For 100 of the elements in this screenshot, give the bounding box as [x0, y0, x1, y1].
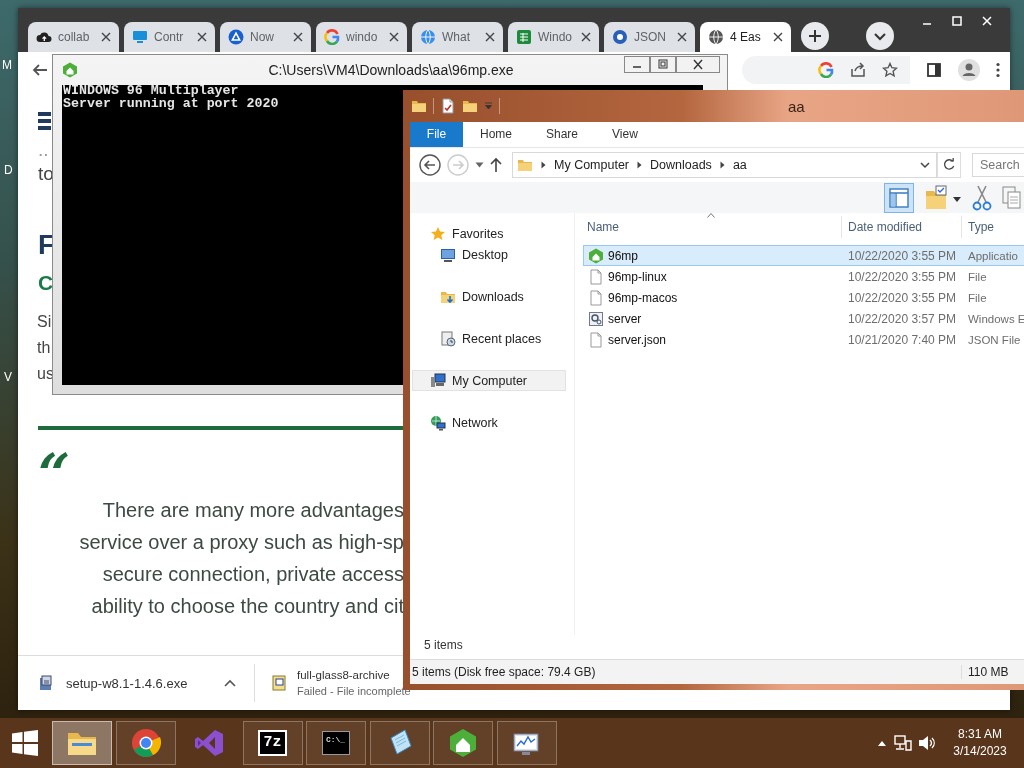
column-header[interactable]: Date modified — [842, 216, 962, 238]
breadcrumb-item[interactable]: Downloads — [650, 158, 712, 172]
browser-tab[interactable]: Windo — [508, 22, 599, 52]
browser-tab[interactable]: collab — [28, 22, 119, 52]
back-arrow-icon[interactable] — [32, 62, 48, 78]
installer-icon — [38, 675, 54, 691]
caret-up-icon[interactable] — [878, 740, 886, 746]
speaker-icon[interactable] — [918, 735, 936, 751]
browser-tab[interactable]: 4 Eas — [700, 22, 791, 52]
spreadsheet-icon — [516, 29, 532, 45]
tab-search-icon[interactable] — [866, 22, 894, 50]
close-icon[interactable] — [677, 32, 687, 42]
taskbar-button[interactable] — [369, 721, 430, 765]
nav-item[interactable]: Network — [412, 412, 566, 433]
close-icon[interactable] — [197, 32, 207, 42]
taskbar-button[interactable] — [115, 721, 176, 765]
chevron-down-icon[interactable] — [920, 161, 930, 169]
browser-tab[interactable]: windo — [316, 22, 407, 52]
browser-tab[interactable]: JSON — [604, 22, 695, 52]
ribbon-tab[interactable]: View — [595, 122, 655, 147]
quote-line: There are many more advantages — [101, 498, 404, 523]
folder-options-icon[interactable] — [924, 184, 962, 211]
new-tab-icon[interactable] — [801, 22, 829, 50]
back-icon[interactable] — [419, 154, 441, 176]
window-title: C:\Users\VM4\Downloads\aa\96mp.exe — [268, 62, 514, 78]
file-row[interactable]: 96mp-linux 10/22/2020 3:55 PM File — [583, 266, 1024, 287]
file-row[interactable]: 96mp-macos 10/22/2020 3:55 PM File — [583, 287, 1024, 308]
folder-icon[interactable] — [411, 98, 427, 114]
nav-item[interactable]: Favorites — [412, 223, 566, 244]
file-name[interactable]: full-glass8-archive — [297, 669, 390, 681]
caret-up-icon[interactable] — [224, 679, 236, 687]
windows-logo-icon[interactable] — [12, 730, 38, 756]
breadcrumb-item[interactable]: aa — [732, 158, 747, 172]
breadcrumb-item[interactable]: My Computer — [554, 158, 630, 172]
file-icon — [588, 289, 604, 306]
browser-tab[interactable]: What — [412, 22, 503, 52]
close-icon[interactable] — [676, 56, 720, 73]
quote-mark: “ — [38, 446, 71, 502]
profile-icon[interactable] — [958, 59, 980, 81]
date-cell-text: 10/22/2020 3:55 PM — [847, 269, 958, 284]
column-header[interactable]: Name — [575, 216, 842, 238]
address-field[interactable]: My Computer Downloads aa — [512, 152, 937, 178]
dropdown-icon[interactable] — [475, 162, 484, 168]
chevron-right-icon[interactable] — [719, 161, 725, 169]
desktop-icon-label[interactable]: D — [4, 163, 13, 177]
subheading: C — [38, 270, 54, 296]
close-icon[interactable] — [485, 32, 495, 42]
settings-file-icon — [588, 310, 604, 327]
nav-item[interactable]: Downloads — [412, 286, 566, 307]
properties-icon[interactable] — [440, 98, 456, 114]
refresh-icon[interactable] — [936, 152, 962, 178]
file-row[interactable]: server.json 10/21/2020 7:40 PM JSON File — [583, 329, 1024, 350]
share-icon[interactable] — [850, 62, 866, 78]
chevron-right-icon[interactable] — [541, 161, 546, 169]
date-cell-text: 10/22/2020 3:55 PM — [847, 290, 958, 305]
console-line: WINDOWS 96 Multiplayer — [63, 85, 239, 98]
restore-icon[interactable] — [650, 56, 676, 73]
type-cell-text: JSON File — [967, 333, 1022, 346]
clock-time[interactable]: 8:31 AM — [958, 726, 1002, 743]
clock-date[interactable]: 3/14/2023 — [953, 743, 1007, 760]
desktop-icon-label[interactable]: M — [2, 58, 12, 72]
preview-pane-icon[interactable] — [884, 182, 914, 213]
close-icon[interactable] — [101, 32, 111, 42]
file-name[interactable]: setup-w8.1-1.4.6.exe — [66, 675, 188, 691]
browser-tab[interactable]: Contr — [124, 22, 215, 52]
nav-item[interactable]: Recent places — [412, 328, 566, 349]
taskbar-button[interactable]: 7z — [242, 721, 303, 765]
desktop-icon — [440, 246, 456, 263]
nav-item[interactable]: My Computer — [412, 370, 566, 391]
side-panel-icon[interactable] — [926, 62, 942, 78]
search-field[interactable]: Search — [972, 153, 1024, 177]
file-name: 96mp-macos — [608, 290, 678, 305]
recent-places-icon — [440, 330, 456, 347]
network-icon[interactable] — [894, 735, 912, 751]
taskbar-button[interactable] — [433, 721, 493, 765]
archive-app-icon: 7z — [258, 730, 287, 756]
chevron-right-icon[interactable] — [637, 161, 643, 169]
new-folder-icon[interactable] — [462, 98, 478, 114]
menu-icon[interactable] — [38, 112, 51, 130]
close-icon[interactable] — [389, 32, 399, 42]
address-bar[interactable] — [742, 56, 910, 84]
up-arrow-icon[interactable] — [490, 157, 502, 173]
close-icon[interactable] — [293, 32, 303, 42]
ribbon-tab[interactable]: Share — [529, 122, 596, 147]
browser-tab[interactable]: Now — [220, 22, 311, 52]
desktop-icon-label[interactable]: V — [4, 370, 12, 384]
close-icon[interactable] — [773, 32, 783, 42]
taskbar-button[interactable] — [496, 721, 557, 765]
scissors-icon[interactable] — [972, 184, 992, 211]
status-text: 5 items (Disk free space: 79.4 GB) — [411, 665, 597, 679]
star-outline-icon[interactable] — [882, 62, 898, 78]
menu-icon[interactable] — [996, 62, 1000, 78]
taskbar-button[interactable]: C:\_ — [306, 721, 366, 765]
file-row[interactable]: 96mp 10/22/2020 3:55 PM Applicatio — [583, 245, 1024, 266]
g-logo-icon[interactable] — [818, 62, 834, 78]
column-header[interactable]: Type — [962, 216, 1024, 238]
ribbon-tab[interactable]: Home — [463, 122, 529, 147]
nav-item[interactable]: Desktop — [412, 244, 566, 265]
minimize-icon[interactable] — [624, 56, 650, 73]
close-icon[interactable] — [581, 32, 591, 42]
